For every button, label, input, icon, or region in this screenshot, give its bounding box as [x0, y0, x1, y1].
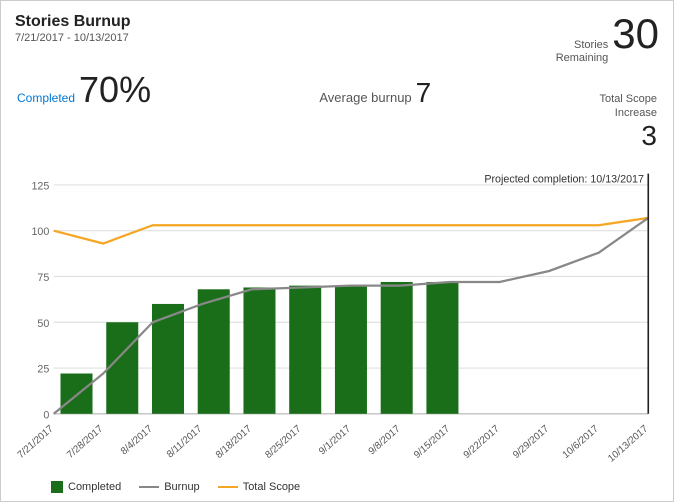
legend-burnup-label: Burnup: [164, 481, 199, 493]
svg-text:100: 100: [31, 226, 49, 238]
svg-text:9/29/2017: 9/29/2017: [511, 423, 551, 461]
svg-text:10/6/2017: 10/6/2017: [561, 423, 601, 461]
legend-burnup-icon: [139, 486, 159, 488]
svg-text:0: 0: [43, 409, 49, 421]
legend-completed-label: Completed: [68, 481, 121, 493]
chart-area: 0 25 50 75 100 125 Projected completion: 10/13…: [15, 160, 659, 477]
svg-text:25: 25: [37, 363, 49, 375]
date-range: 7/21/2017 - 10/13/2017: [15, 32, 131, 44]
svg-text:75: 75: [37, 272, 49, 284]
svg-text:9/22/2017: 9/22/2017: [462, 423, 502, 461]
stories-remaining-block: StoriesRemaining 30: [556, 13, 659, 65]
average-burnup-block: Average burnup 7: [319, 77, 431, 109]
header-left: Stories Burnup 7/21/2017 - 10/13/2017: [15, 13, 131, 44]
legend-total-scope: Total Scope: [218, 481, 300, 493]
main-container: Stories Burnup 7/21/2017 - 10/13/2017 St…: [0, 0, 674, 502]
svg-text:8/11/2017: 8/11/2017: [165, 423, 205, 461]
header-right: StoriesRemaining 30: [556, 13, 659, 65]
svg-text:7/21/2017: 7/21/2017: [16, 423, 56, 461]
svg-text:8/25/2017: 8/25/2017: [264, 423, 304, 461]
svg-text:8/18/2017: 8/18/2017: [214, 423, 254, 461]
svg-text:10/13/2017: 10/13/2017: [606, 423, 650, 465]
svg-text:9/8/2017: 9/8/2017: [367, 423, 403, 457]
chart-svg: 0 25 50 75 100 125 Projected completion: 10/13…: [15, 160, 659, 477]
legend-burnup: Burnup: [139, 481, 199, 493]
legend: Completed Burnup Total Scope: [15, 481, 659, 493]
completed-label: Completed: [17, 91, 75, 105]
svg-text:8/4/2017: 8/4/2017: [119, 423, 155, 457]
stories-remaining-number: 30: [612, 13, 659, 55]
svg-text:50: 50: [37, 317, 49, 329]
total-scope-value: 3: [641, 120, 657, 152]
legend-completed-icon: [51, 481, 63, 493]
chart-title: Stories Burnup: [15, 13, 131, 31]
svg-text:Projected completion: 10/13/20: Projected completion: 10/13/2017: [484, 173, 644, 185]
svg-text:9/15/2017: 9/15/2017: [412, 423, 452, 461]
metrics-row: Completed 70% Average burnup 7 Total Sco…: [15, 69, 659, 151]
total-scope-label: Total ScopeIncrease: [600, 93, 657, 119]
stories-remaining-label: StoriesRemaining: [556, 39, 609, 65]
legend-total-scope-label: Total Scope: [243, 481, 300, 493]
total-scope-block: Total ScopeIncrease 3: [600, 93, 657, 151]
completed-value: 70%: [79, 69, 151, 111]
svg-text:9/1/2017: 9/1/2017: [317, 423, 353, 457]
average-burnup-label: Average burnup: [319, 90, 411, 105]
svg-text:7/28/2017: 7/28/2017: [65, 423, 105, 461]
legend-total-scope-icon: [218, 486, 238, 488]
legend-completed: Completed: [51, 481, 121, 493]
completed-block: Completed 70%: [17, 69, 151, 111]
header: Stories Burnup 7/21/2017 - 10/13/2017 St…: [15, 13, 659, 65]
average-burnup-value: 7: [416, 77, 432, 109]
svg-text:125: 125: [31, 180, 49, 192]
